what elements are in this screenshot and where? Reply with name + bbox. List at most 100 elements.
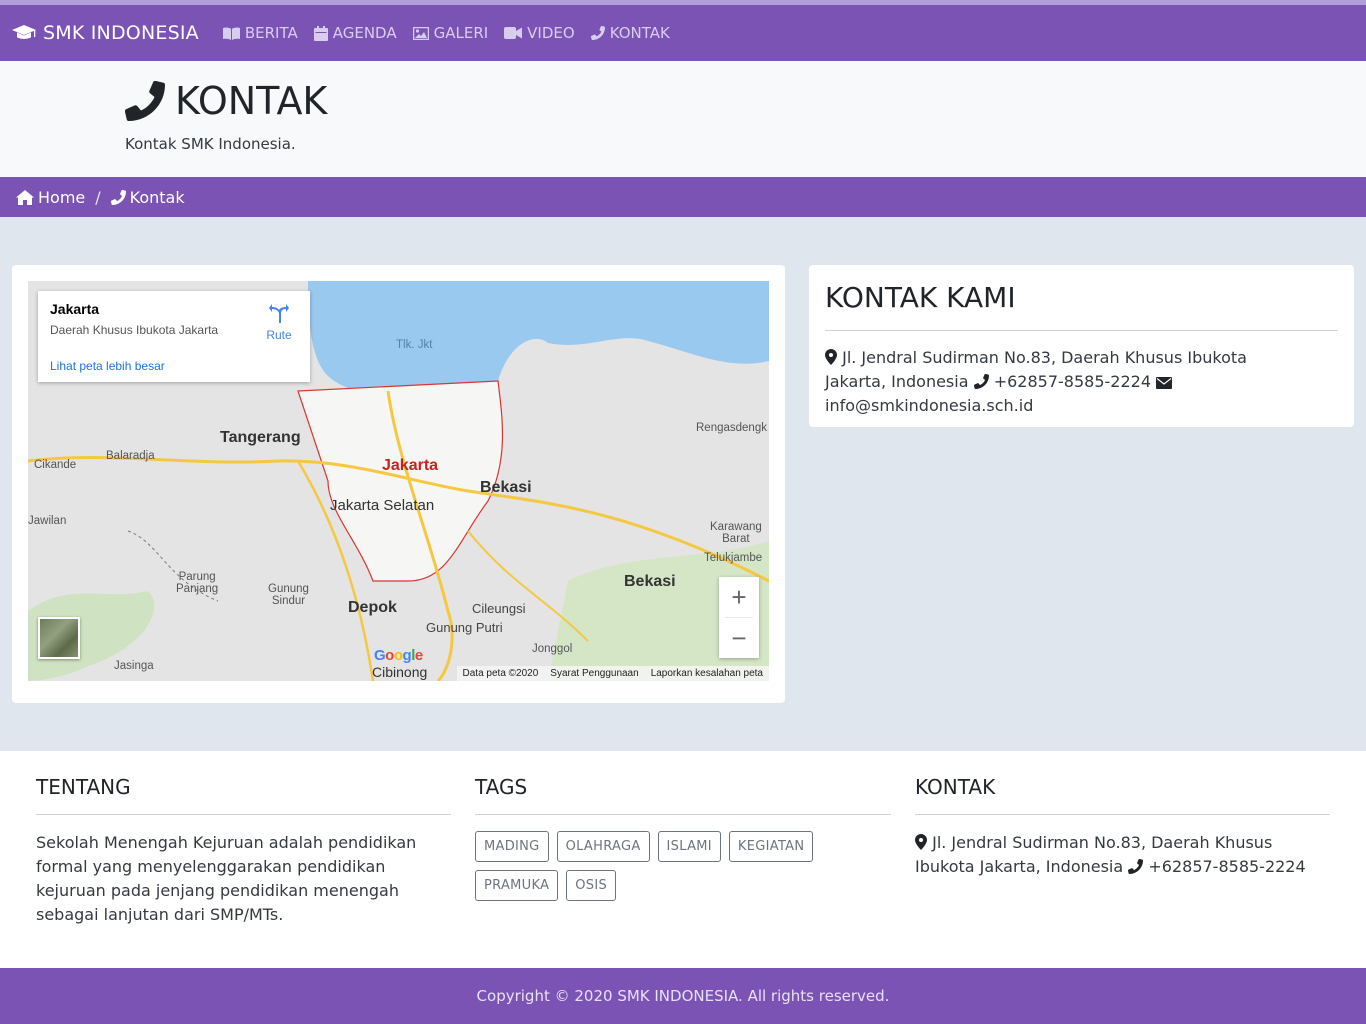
map-label: Jawilan (28, 515, 67, 527)
footer-tags: TAGS MADING OLAHRAGA ISLAMI KEGIATAN PRA… (475, 775, 891, 909)
map-label: Gunung Sindur (268, 583, 309, 607)
embedded-map[interactable]: Tlk. Jkt Rengasdengk Tangerang Balaradja… (28, 281, 769, 681)
nav-item-video[interactable]: VIDEO (504, 24, 575, 42)
contact-email[interactable]: info@smkindonesia.sch.id (825, 396, 1033, 415)
breadcrumb-current: Kontak (110, 187, 185, 207)
calendar-icon (313, 25, 328, 41)
map-label: Jakarta Selatan (330, 497, 435, 514)
contact-card: KONTAK KAMI Jl. Jendral Sudirman No.83, … (809, 265, 1354, 427)
map-label: Jonggol (532, 643, 573, 655)
phone-icon (1128, 859, 1144, 874)
map-label: Cibinong (372, 664, 428, 680)
divider (825, 330, 1338, 331)
map-card: Tlk. Jkt Rengasdengk Tangerang Balaradja… (12, 265, 785, 703)
report-error-link[interactable]: Laporkan kesalahan peta (651, 668, 763, 679)
map-larger-link[interactable]: Lihat peta lebih besar (50, 359, 165, 373)
directions-icon (269, 304, 289, 323)
footer-contact-details: Jl. Jendral Sudirman No.83, Daerah Khusu… (915, 831, 1330, 879)
tag-kegiatan[interactable]: KEGIATAN (728, 831, 814, 862)
footer-contact-title: KONTAK (915, 775, 1330, 815)
phone-icon (125, 81, 165, 121)
footer: TENTANG Sekolah Menengah Kejuruan adalah… (0, 751, 1366, 968)
footer-tags-title: TAGS (475, 775, 891, 815)
map-label: Parung Panjang (176, 571, 219, 595)
copyright-text: Copyright © 2020 SMK INDONESIA. All righ… (476, 987, 890, 1005)
nav-item-kontak[interactable]: KONTAK (590, 24, 670, 42)
navbar: SMK INDONESIA BERITA AGENDA GALERI VIDEO… (0, 5, 1366, 61)
nav-label: BERITA (244, 24, 298, 42)
breadcrumb-home[interactable]: Home (16, 188, 85, 207)
page-title-text: KONTAK (175, 79, 328, 123)
envelope-icon (1156, 377, 1173, 389)
phone-icon (110, 189, 126, 205)
map-label: Tangerang (220, 429, 301, 446)
google-logo: Google (374, 647, 423, 664)
footer-contact: KONTAK Jl. Jendral Sudirman No.83, Daera… (915, 775, 1330, 879)
breadcrumb: Home / Kontak (0, 177, 1366, 217)
map-marker-icon (825, 349, 837, 365)
main-content: Tlk. Jkt Rengasdengk Tangerang Balaradja… (0, 217, 1366, 751)
directions-button[interactable]: Rute (266, 303, 292, 342)
map-label: Jasinga (114, 660, 154, 672)
satellite-toggle[interactable] (38, 617, 80, 659)
phone-icon (973, 374, 989, 389)
phone-icon (590, 26, 605, 40)
map-info-title: Jakarta (50, 301, 100, 317)
terms-link[interactable]: Syarat Penggunaan (550, 668, 638, 679)
page-subtitle: Kontak SMK Indonesia. (125, 135, 296, 153)
tag-osis[interactable]: OSIS (566, 870, 617, 901)
nav-item-galeri[interactable]: GALERI (412, 24, 489, 42)
map-data-credit: Data peta ©2020 (462, 668, 539, 679)
map-label: Cikande (34, 459, 77, 471)
map-label: Bekasi (480, 479, 532, 496)
nav-label: GALERI (433, 24, 489, 42)
zoom-out-button[interactable]: − (719, 618, 759, 658)
contact-card-title: KONTAK KAMI (825, 281, 1016, 314)
brand-link[interactable]: SMK INDONESIA (12, 22, 199, 44)
map-label: Gunung Putri (426, 620, 503, 635)
map-label: Jakarta (382, 457, 439, 474)
zoom-control: + − (719, 577, 759, 658)
tag-list: MADING OLAHRAGA ISLAMI KEGIATAN PRAMUKA … (475, 831, 895, 909)
contact-phone: +62857-8585-2224 (993, 372, 1151, 391)
map-info-window: Jakarta Daerah Khusus Ibukota Jakarta Li… (38, 291, 310, 382)
zoom-in-button[interactable]: + (719, 577, 759, 617)
footer-about: TENTANG Sekolah Menengah Kejuruan adalah… (36, 775, 451, 927)
page-title: KONTAK (125, 79, 327, 123)
tag-islami[interactable]: ISLAMI (657, 831, 721, 862)
map-label: Bekasi (624, 573, 676, 590)
contact-card-details: Jl. Jendral Sudirman No.83, Daerah Khusu… (825, 346, 1294, 418)
map-label: Cileungsi (472, 601, 526, 616)
nav-label: AGENDA (332, 24, 397, 42)
tag-pramuka[interactable]: PRAMUKA (475, 870, 559, 901)
graduation-cap-icon (12, 25, 36, 41)
page-header: KONTAK Kontak SMK Indonesia. (0, 61, 1366, 177)
book-open-icon (222, 26, 240, 40)
breadcrumb-separator: / (95, 187, 101, 207)
video-icon (504, 27, 523, 39)
tag-olahraga[interactable]: OLAHRAGA (556, 831, 650, 862)
nav-item-agenda[interactable]: AGENDA (313, 24, 397, 42)
home-icon (16, 189, 34, 205)
nav-item-berita[interactable]: BERITA (222, 24, 298, 42)
footer-about-title: TENTANG (36, 775, 451, 815)
breadcrumb-home-label: Home (38, 187, 86, 207)
image-icon (412, 26, 429, 40)
nav-label: VIDEO (527, 24, 575, 42)
map-label: Tlk. Jkt (396, 339, 433, 351)
brand-name: SMK INDONESIA (43, 22, 199, 44)
map-label: Balaradja (106, 450, 155, 462)
footer-about-text: Sekolah Menengah Kejuruan adalah pendidi… (36, 833, 417, 924)
map-info-subtitle: Daerah Khusus Ibukota Jakarta (50, 323, 219, 337)
copyright-bar: Copyright © 2020 SMK INDONESIA. All righ… (0, 968, 1366, 1024)
map-label: Rengasdengk (696, 422, 767, 434)
directions-label: Rute (266, 328, 292, 342)
nav-label: KONTAK (609, 24, 670, 42)
map-label: Telukjambe (704, 552, 763, 564)
footer-contact-phone: +62857-8585-2224 (1148, 857, 1306, 876)
breadcrumb-current-label: Kontak (129, 187, 185, 207)
map-label: Karawang Barat (710, 521, 762, 545)
map-attribution: Data peta ©2020 Syarat Penggunaan Lapork… (456, 666, 769, 681)
map-label: Depok (348, 599, 397, 616)
tag-mading[interactable]: MADING (475, 831, 549, 862)
